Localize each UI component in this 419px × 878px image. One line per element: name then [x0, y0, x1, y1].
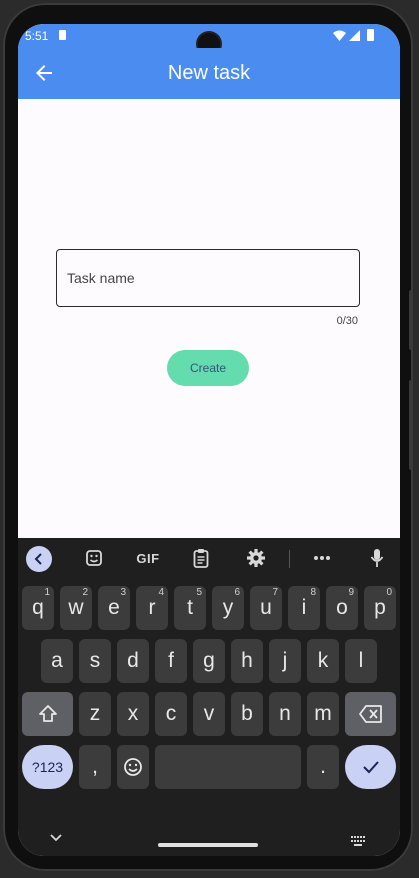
key-w[interactable]: w2	[60, 586, 92, 630]
key-x[interactable]: x	[117, 692, 149, 736]
shift-icon	[38, 705, 57, 722]
key-v[interactable]: v	[193, 692, 225, 736]
screen: 5:51 New task 0/30 Create	[18, 24, 400, 856]
page-title: New task	[167, 62, 251, 84]
backspace-key[interactable]	[345, 692, 396, 736]
mic-icon	[370, 549, 384, 567]
sim-card-icon	[59, 30, 66, 40]
toolbar-divider	[289, 550, 290, 568]
key-a[interactable]: a	[41, 639, 73, 683]
home-indicator[interactable]	[158, 843, 258, 847]
power-button	[409, 290, 413, 350]
task-name-input[interactable]	[57, 250, 359, 306]
signal-icon	[349, 30, 360, 41]
key-o[interactable]: o9	[326, 586, 358, 630]
key-n[interactable]: n	[269, 692, 301, 736]
key-p[interactable]: p0	[364, 586, 396, 630]
symbols-key[interactable]: ?123	[22, 745, 73, 789]
more-button[interactable]	[310, 546, 334, 570]
wifi-icon	[333, 30, 346, 41]
key-i[interactable]: i8	[288, 586, 320, 630]
clipboard-button[interactable]	[189, 546, 213, 570]
comma-key[interactable]: ,	[79, 745, 111, 789]
clipboard-icon	[193, 549, 209, 568]
key-z[interactable]: z	[79, 692, 111, 736]
key-l[interactable]: l	[345, 639, 377, 683]
key-s[interactable]: s	[79, 639, 111, 683]
sticker-icon	[86, 550, 102, 566]
status-time: 5:51	[25, 29, 49, 43]
key-m[interactable]: m	[307, 692, 339, 736]
key-b[interactable]: b	[231, 692, 263, 736]
gif-button[interactable]: GIF	[134, 546, 162, 570]
task-name-field[interactable]	[56, 249, 360, 307]
enter-key[interactable]	[345, 745, 396, 789]
key-t[interactable]: t5	[174, 586, 206, 630]
key-y[interactable]: y6	[212, 586, 244, 630]
battery-icon	[367, 29, 374, 41]
key-e[interactable]: e3	[98, 586, 130, 630]
character-counter: 0/30	[336, 315, 358, 327]
keyboard-switch-icon[interactable]	[351, 836, 365, 846]
collapse-toolbar-button[interactable]	[26, 546, 52, 572]
key-f[interactable]: f	[155, 639, 187, 683]
shift-key[interactable]	[22, 692, 73, 736]
period-key[interactable]: .	[307, 745, 339, 789]
create-button[interactable]: Create	[167, 350, 249, 386]
space-key[interactable]	[155, 745, 301, 789]
backspace-icon	[358, 705, 382, 723]
key-r[interactable]: r4	[136, 586, 168, 630]
settings-button[interactable]	[244, 546, 268, 570]
voice-input-button[interactable]	[365, 546, 389, 570]
key-u[interactable]: u7	[250, 586, 282, 630]
checkmark-icon	[362, 761, 379, 774]
key-h[interactable]: h	[231, 639, 263, 683]
key-c[interactable]: c	[155, 692, 187, 736]
key-k[interactable]: k	[307, 639, 339, 683]
emoji-icon	[124, 758, 142, 776]
app-bar: New task	[18, 48, 400, 99]
gear-icon	[247, 549, 265, 567]
key-q[interactable]: q1	[22, 586, 54, 630]
soft-keyboard: GIF q 1 w 2 e 3 r 4 t 5 y 6 u 7 i 8 o 9 …	[18, 538, 400, 856]
key-d[interactable]: d	[117, 639, 149, 683]
chevron-left-icon	[34, 553, 42, 565]
key-j[interactable]: j	[269, 639, 301, 683]
phone-frame: 5:51 New task 0/30 Create	[3, 3, 413, 871]
volume-button	[409, 380, 413, 470]
more-icon	[314, 556, 330, 560]
key-g[interactable]: g	[193, 639, 225, 683]
keyboard-toolbar: GIF	[18, 538, 400, 578]
sticker-button[interactable]	[82, 546, 106, 570]
hide-keyboard-chevron-icon[interactable]	[50, 834, 62, 842]
emoji-key[interactable]	[117, 745, 149, 789]
